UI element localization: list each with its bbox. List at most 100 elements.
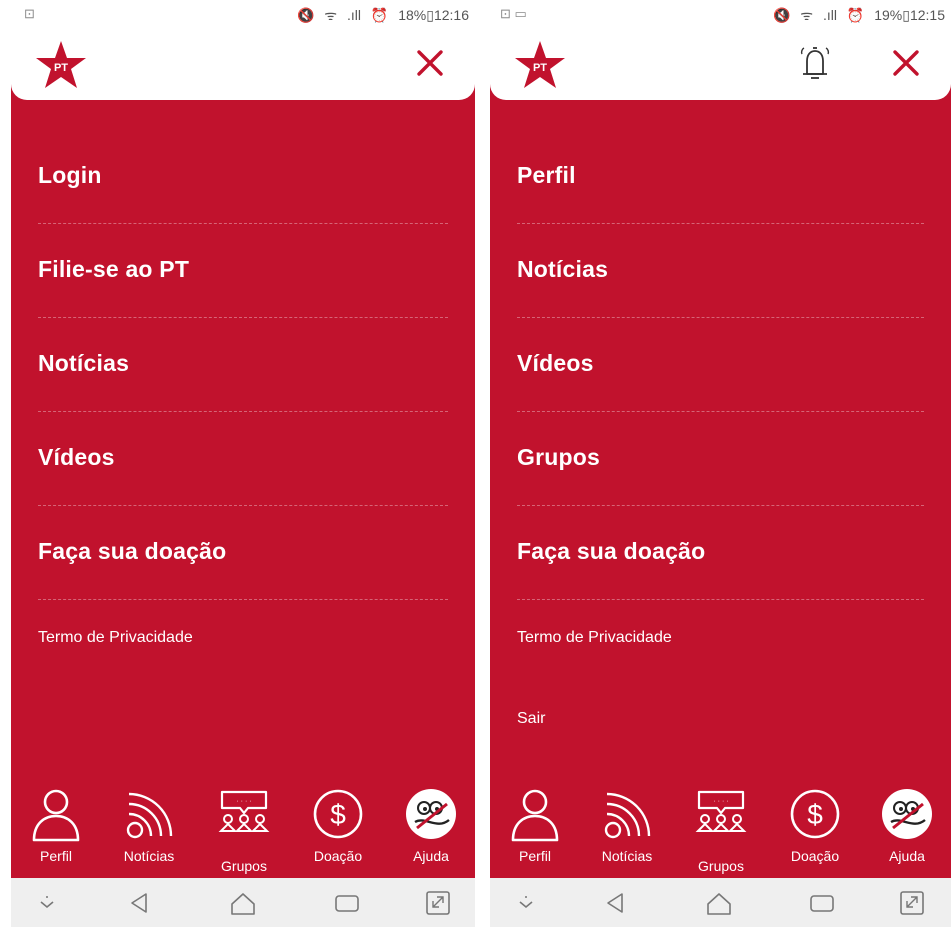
menu-item-donate[interactable]: Faça sua doação [11,506,475,600]
nav-help[interactable]: Ajuda [862,782,951,878]
nav-news[interactable]: Notícias [104,782,194,878]
clock: 12:15 [909,7,945,23]
nav-profile[interactable]: Perfil [11,782,101,878]
menu-item-news[interactable]: Notícias [11,318,475,412]
nav-label: Notícias [123,848,175,864]
nav-groups[interactable]: · · · · Grupos [199,782,289,878]
menu-item-label: Notícias [517,256,609,282]
battery-icon: ▯ [902,7,910,23]
menu-item-login[interactable]: Login [11,130,475,224]
system-nav-bar [11,878,475,927]
group-icon: · · · · [695,790,747,832]
menu-item-label: Grupos [517,444,600,470]
menu-item-join[interactable]: Filie-se ao PT [11,224,475,318]
person-icon [511,789,559,842]
chevron-down-icon[interactable] [33,890,61,916]
nav-label: Doação [790,848,840,864]
alarm-icon: ⏰ [370,7,389,23]
menu-item-label: Login [38,162,102,188]
back-icon[interactable] [126,890,154,916]
system-nav-bar [490,878,951,927]
logout-link[interactable]: Sair [517,710,545,728]
screen-logged-out: ⊡ 🔇 ᯤ .ıll ⏰ 18%▯12:16 Login Filie-se ao… [0,0,475,927]
menu-panel: Login Filie-se ao PT Notícias Vídeos Faç… [11,60,475,878]
status-right: 🔇 ᯤ .ıll ⏰ 18%▯12:16 [291,6,469,25]
person-icon [32,789,80,842]
mute-icon: 🔇 [772,7,791,23]
nav-donation[interactable]: $ Doação [293,782,383,878]
nav-label: Doação [313,848,363,864]
back-icon[interactable] [602,890,630,916]
menu-item-news[interactable]: Notícias [490,224,951,318]
recent-apps-icon[interactable] [333,890,361,916]
menu-item-profile[interactable]: Perfil [490,130,951,224]
menu-item-label: Faça sua doação [517,538,706,564]
chevron-down-icon[interactable] [512,890,540,916]
svg-text:· · · ·: · · · · [236,798,251,805]
svg-text:PT: PT [54,62,68,74]
battery-icon: ▯ [426,7,434,23]
nav-donation[interactable]: $ Doação [770,782,860,878]
screen-logged-in: ⊡ ▭ 🔇 ᯤ .ıll ⏰ 19%▯12:15 Perfil Notícias… [476,0,951,927]
nav-label: Ajuda [889,848,925,864]
notification-icon: ⊡ ▭ [500,6,527,21]
nav-label: Notícias [601,848,653,864]
menu-item-label: Notícias [38,350,130,376]
group-icon: · · · · [218,790,270,832]
app-header: PT [490,30,951,100]
dollar-icon: $ [313,789,363,839]
nav-label: Ajuda [413,848,449,864]
menu-item-label: Filie-se ao PT [38,256,190,282]
menu-item-label: Vídeos [517,350,594,376]
close-icon[interactable] [415,48,445,78]
bottom-nav: Perfil Notícias · · · · Grupos $ Doação … [11,782,475,878]
menu-item-label: Perfil [517,162,576,188]
wifi-icon: ᯤ [324,7,338,23]
svg-text:$: $ [807,799,823,830]
privacy-link[interactable]: Termo de Privacidade [517,629,672,647]
menu-list: Login Filie-se ao PT Notícias Vídeos Faç… [11,130,475,600]
nav-groups[interactable]: · · · · Grupos [676,782,766,878]
battery-level: 19% [874,7,903,23]
bell-icon[interactable] [797,44,833,84]
svg-text:PT: PT [533,62,547,74]
menu-item-donate[interactable]: Faça sua doação [490,506,951,600]
menu-item-videos[interactable]: Vídeos [11,412,475,506]
help-mascot-icon [406,789,456,839]
svg-text:$: $ [330,799,346,830]
help-mascot-icon [882,789,932,839]
bottom-nav: Perfil Notícias · · · · Grupos $ Doação … [490,782,951,878]
nav-profile[interactable]: Perfil [490,782,580,878]
status-bar: ⊡ 🔇 ᯤ .ıll ⏰ 18%▯12:16 [0,0,475,30]
nav-label: Grupos [698,858,744,874]
menu-item-groups[interactable]: Grupos [490,412,951,506]
menu-item-videos[interactable]: Vídeos [490,318,951,412]
close-icon[interactable] [891,48,921,78]
battery-level: 18% [398,7,427,23]
clock: 12:16 [433,7,469,23]
nav-news[interactable]: Notícias [582,782,672,878]
nav-label: Perfil [519,848,551,864]
svg-text:· · · ·: · · · · [713,798,728,805]
privacy-link[interactable]: Termo de Privacidade [38,629,193,647]
nav-help[interactable]: Ajuda [386,782,475,878]
dollar-icon: $ [790,789,840,839]
menu-item-label: Faça sua doação [38,538,227,564]
status-bar: ⊡ ▭ 🔇 ᯤ .ıll ⏰ 19%▯12:15 [476,0,951,30]
nav-label: Grupos [221,858,267,874]
nav-label: Perfil [40,848,72,864]
expand-icon[interactable] [424,890,452,916]
menu-panel: Perfil Notícias Vídeos Grupos Faça sua d… [490,60,951,878]
recent-apps-icon[interactable] [808,890,836,916]
home-icon[interactable] [705,890,733,916]
alarm-icon: ⏰ [846,7,865,23]
wifi-icon: ᯤ [800,7,814,23]
home-icon[interactable] [229,890,257,916]
app-header: PT [11,30,475,100]
rss-icon [126,792,173,839]
expand-icon[interactable] [898,890,926,916]
mute-icon: 🔇 [296,7,315,23]
menu-item-label: Vídeos [38,444,115,470]
divider [38,599,448,600]
divider [517,599,924,600]
